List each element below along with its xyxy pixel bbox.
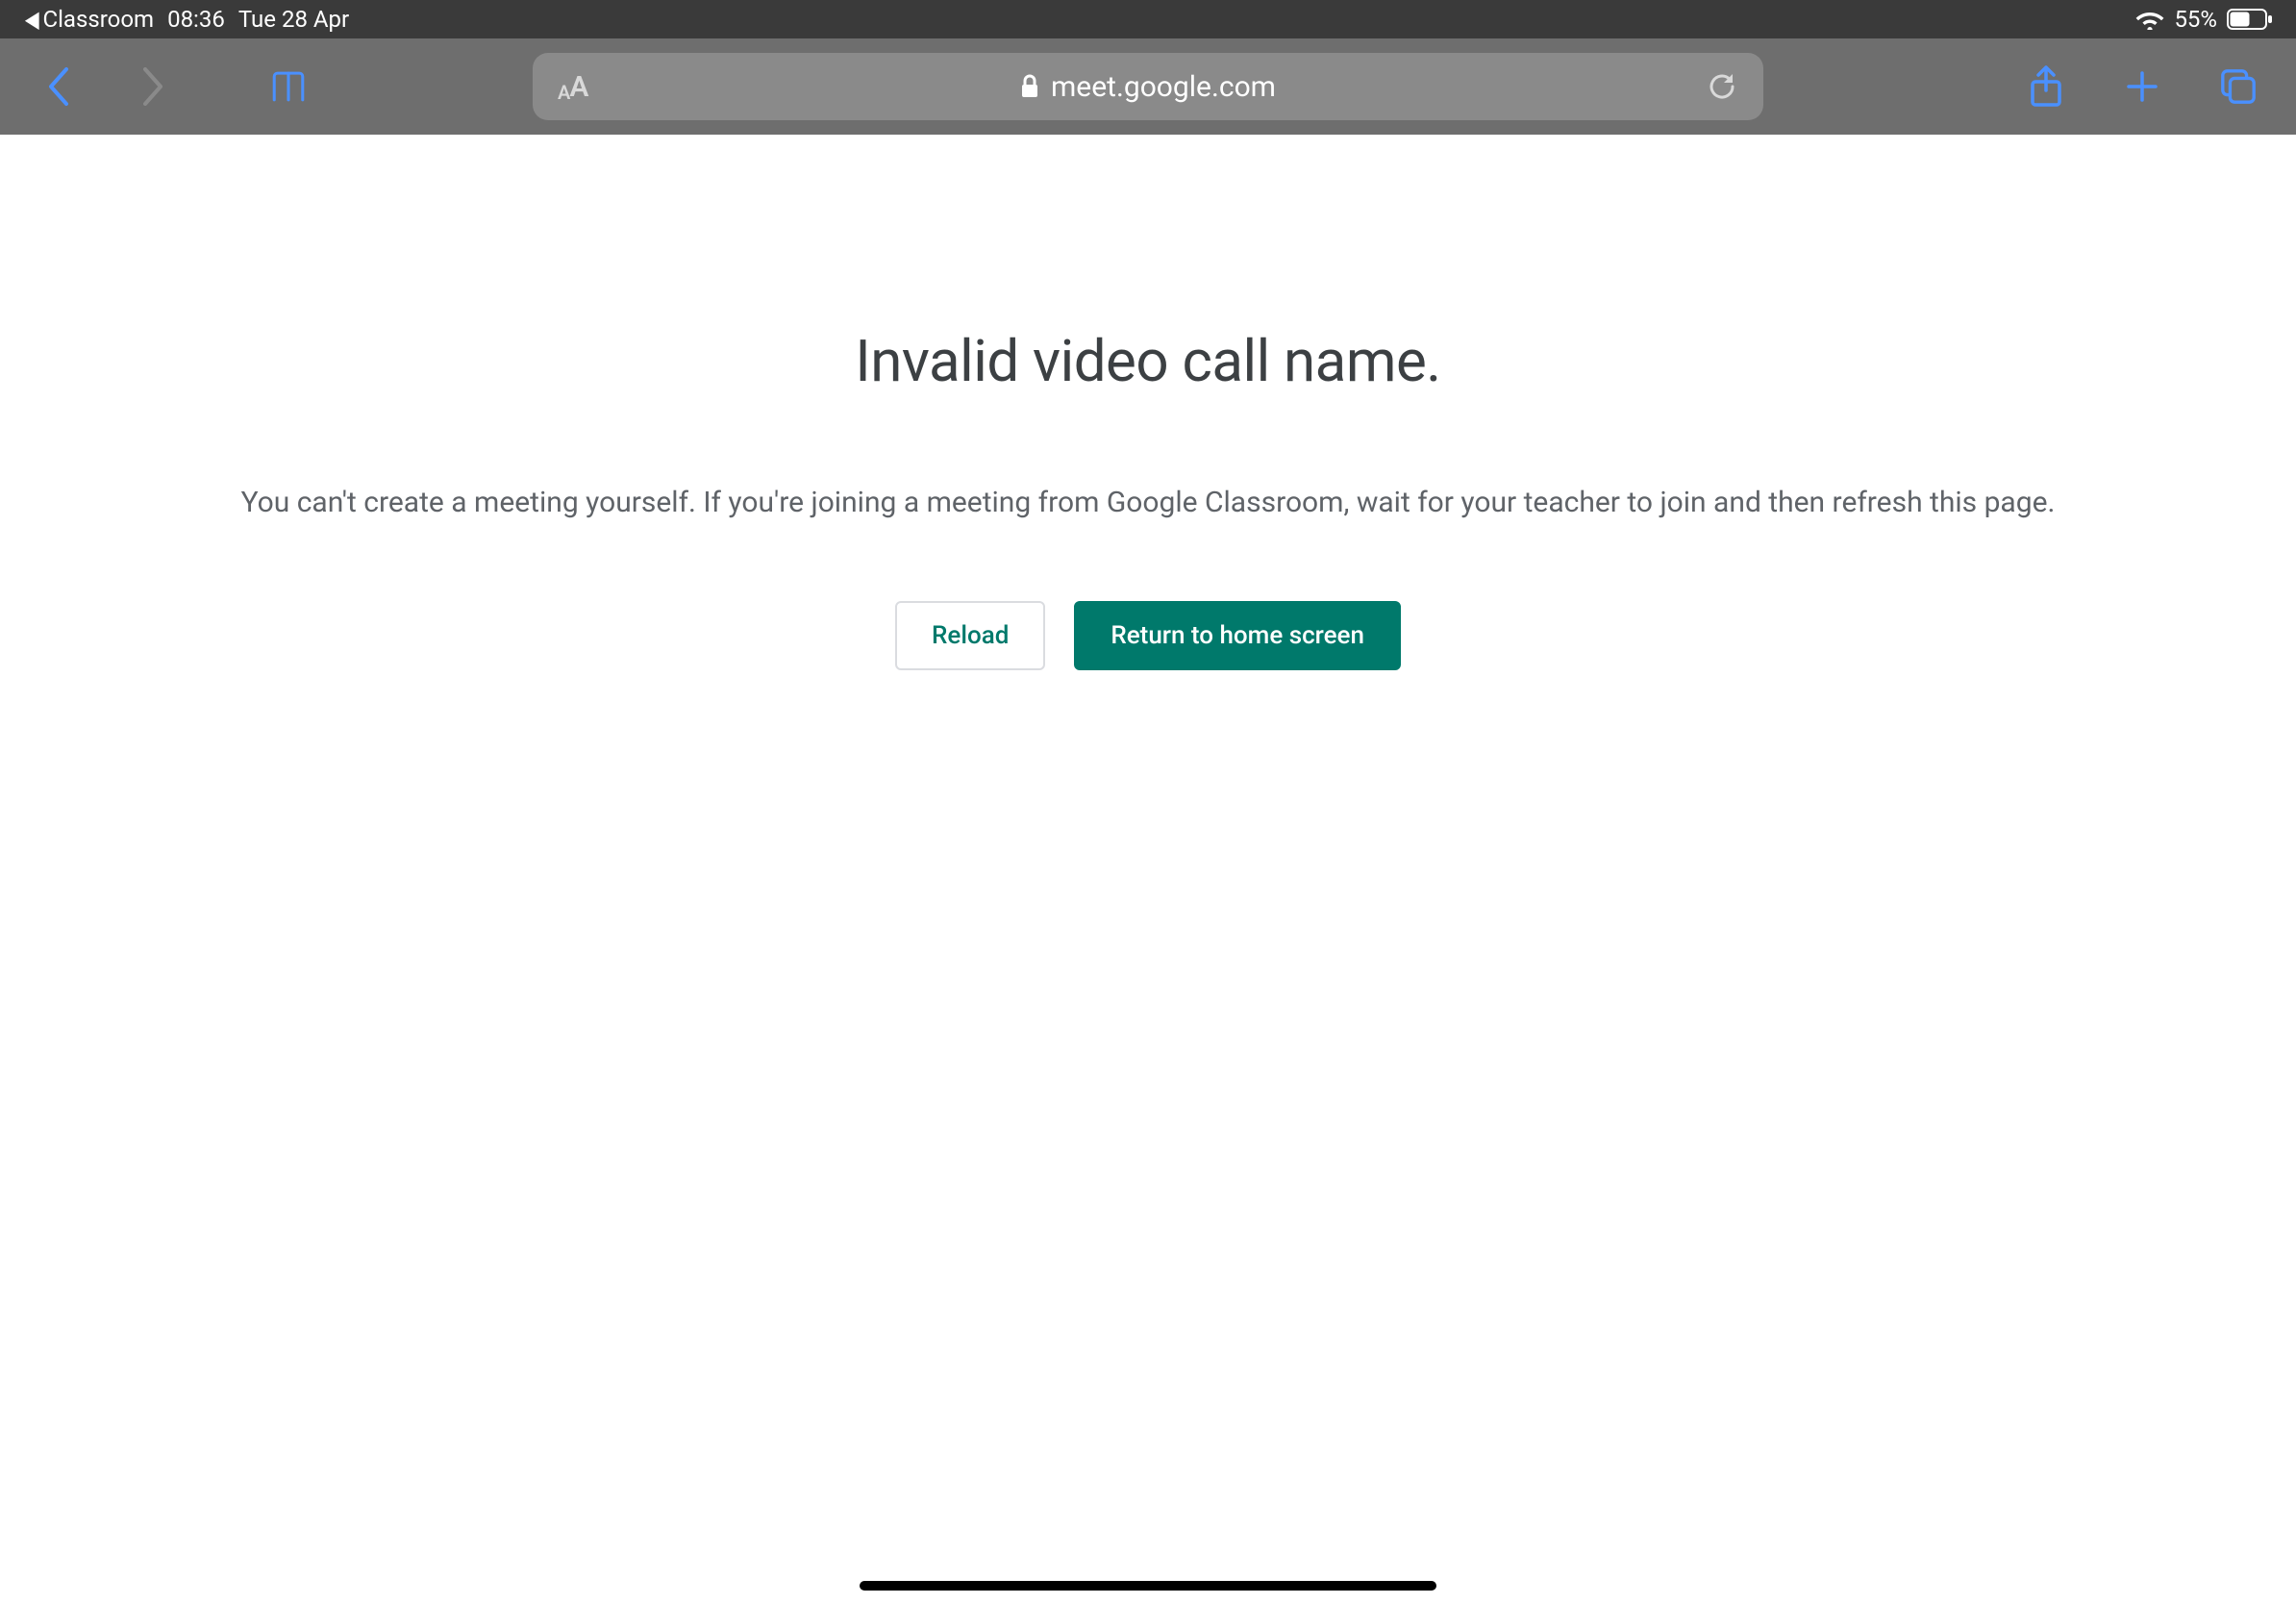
nav-back-button[interactable]	[38, 67, 77, 106]
reload-button[interactable]: Reload	[895, 601, 1045, 670]
url-text: meet.google.com	[1051, 70, 1276, 104]
safari-toolbar: AA meet.google.com	[0, 38, 2296, 135]
reload-page-button[interactable]	[1706, 70, 1738, 103]
battery-percent: 55%	[2174, 6, 2217, 33]
wifi-icon	[2135, 9, 2164, 30]
ios-status-bar: ◀ Classroom 08:36 Tue 28 Apr 55%	[0, 0, 2296, 38]
battery-icon	[2227, 9, 2273, 30]
nav-forward-button[interactable]	[135, 67, 173, 106]
tabs-button[interactable]	[2219, 67, 2258, 106]
back-caret-icon: ◀	[25, 6, 39, 33]
share-button[interactable]	[2027, 67, 2065, 106]
address-bar[interactable]: AA meet.google.com	[533, 53, 1763, 120]
page-content: Invalid video call name. You can't creat…	[0, 135, 2296, 670]
bookmarks-button[interactable]	[269, 67, 308, 106]
error-title: Invalid video call name.	[855, 327, 1440, 395]
lock-icon	[1020, 74, 1039, 99]
return-home-button[interactable]: Return to home screen	[1074, 601, 1401, 670]
status-date: Tue 28 Apr	[238, 6, 349, 33]
new-tab-button[interactable]	[2123, 67, 2161, 106]
home-indicator[interactable]	[860, 1581, 1436, 1591]
status-time: 08:36	[167, 6, 225, 33]
back-to-app[interactable]: ◀ Classroom	[23, 6, 154, 33]
error-subtitle: You can't create a meeting yourself. If …	[203, 482, 2094, 524]
back-app-label: Classroom	[42, 6, 154, 33]
